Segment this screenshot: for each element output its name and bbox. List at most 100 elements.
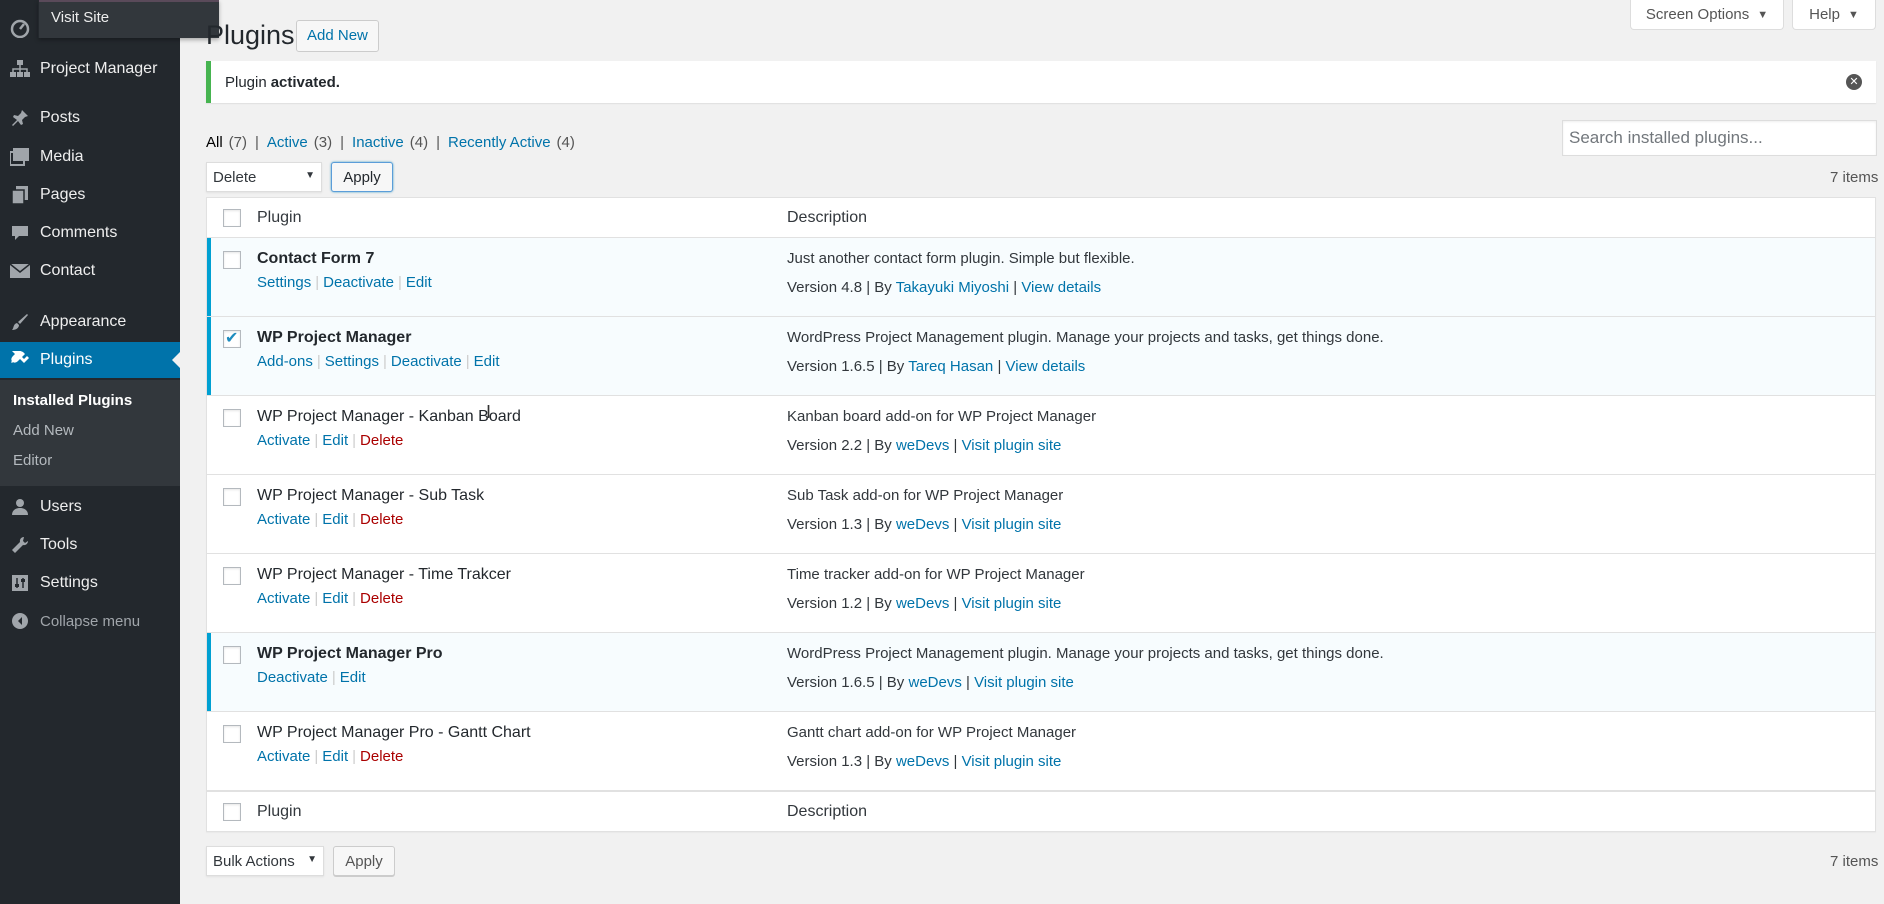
filter-all[interactable]: All bbox=[206, 134, 223, 151]
author-link[interactable]: weDevs bbox=[896, 437, 949, 454]
dashboard-icon[interactable] bbox=[10, 18, 30, 38]
screen-options-button[interactable]: Screen Options ▼ bbox=[1630, 0, 1784, 30]
admin-sidebar: Project Manager Posts Media Pages Commen… bbox=[0, 0, 219, 904]
plugin-icon bbox=[10, 350, 30, 370]
select-all-checkbox[interactable] bbox=[223, 209, 241, 227]
caret-down-icon: ▼ bbox=[307, 854, 317, 865]
delete-link[interactable]: Delete bbox=[360, 432, 403, 449]
separator: | bbox=[436, 134, 440, 151]
row-checkbox[interactable] bbox=[223, 725, 241, 743]
filter-recently-active[interactable]: Recently Active bbox=[448, 134, 551, 151]
deactivate-link[interactable]: Deactivate bbox=[257, 669, 328, 686]
bulk-action-select-top[interactable]: Delete ▼ bbox=[206, 162, 322, 192]
filter-active[interactable]: Active bbox=[267, 134, 308, 151]
settings-link[interactable]: Settings bbox=[325, 353, 379, 370]
settings-link[interactable]: Settings bbox=[257, 274, 311, 291]
collapse-icon bbox=[10, 611, 30, 631]
brush-icon bbox=[10, 312, 30, 332]
menu-tools[interactable]: Tools bbox=[0, 527, 180, 563]
column-plugin-header[interactable]: Plugin bbox=[257, 209, 301, 227]
help-button[interactable]: Help ▼ bbox=[1792, 0, 1876, 30]
activate-link[interactable]: Activate bbox=[257, 748, 310, 765]
row-checkbox[interactable] bbox=[223, 251, 241, 269]
bulk-action-select-bottom[interactable]: Bulk Actions ▼ bbox=[206, 846, 324, 876]
dismiss-icon[interactable]: ✕ bbox=[1846, 74, 1862, 90]
edit-link[interactable]: Edit bbox=[406, 274, 432, 291]
author-link[interactable]: weDevs bbox=[896, 595, 949, 612]
collapse-label: Collapse menu bbox=[40, 612, 141, 630]
add-new-button[interactable]: Add New bbox=[296, 20, 379, 52]
menu-posts[interactable]: Posts bbox=[0, 100, 180, 136]
plugin-row: WP Project Manager Pro - Gantt Chart Act… bbox=[207, 712, 1875, 791]
plugin-version: Version 2.2 | By bbox=[787, 437, 892, 454]
settings-icon bbox=[10, 573, 30, 593]
submenu-editor[interactable]: Editor bbox=[13, 452, 52, 469]
delete-link[interactable]: Delete bbox=[360, 748, 403, 765]
filter-inactive[interactable]: Inactive bbox=[352, 134, 404, 151]
delete-link[interactable]: Delete bbox=[360, 511, 403, 528]
details-link[interactable]: View details bbox=[1021, 279, 1101, 296]
row-actions: Activate | Edit | Delete bbox=[257, 511, 404, 528]
separator: | bbox=[340, 134, 345, 151]
menu-label: Posts bbox=[40, 109, 81, 126]
table-header: Plugin Description bbox=[207, 198, 1875, 238]
deactivate-link[interactable]: Deactivate bbox=[323, 274, 394, 291]
menu-pages[interactable]: Pages bbox=[0, 177, 180, 213]
page-title: Plugins bbox=[206, 20, 295, 50]
author-link[interactable]: Takayuki Miyoshi bbox=[896, 279, 1009, 296]
menu-plugins[interactable]: Plugins bbox=[0, 342, 180, 378]
menu-label: Project Manager bbox=[40, 60, 158, 77]
row-checkbox[interactable] bbox=[223, 488, 241, 506]
menu-settings[interactable]: Settings bbox=[0, 565, 180, 601]
plugin-name: WP Project Manager - Kanban Board bbox=[257, 408, 521, 425]
apply-button-top[interactable]: Apply bbox=[331, 162, 393, 192]
plugin-site-link[interactable]: Visit plugin site bbox=[962, 753, 1062, 770]
menu-label: Users bbox=[40, 498, 82, 515]
plugin-meta: Version 2.2 | By weDevs | Visit plugin s… bbox=[787, 437, 1062, 454]
menu-contact[interactable]: Contact bbox=[0, 253, 180, 289]
plugin-site-link[interactable]: Visit plugin site bbox=[962, 516, 1062, 533]
edit-link[interactable]: Edit bbox=[322, 511, 348, 528]
edit-link[interactable]: Edit bbox=[474, 353, 500, 370]
plugin-row: WP Project Manager Add-ons|Settings|Deac… bbox=[207, 317, 1875, 396]
submenu-add-new[interactable]: Add New bbox=[13, 422, 74, 439]
deactivate-link[interactable]: Deactivate bbox=[391, 353, 462, 370]
details-link[interactable]: View details bbox=[1006, 358, 1086, 375]
menu-comments[interactable]: Comments bbox=[0, 215, 180, 251]
delete-link[interactable]: Delete bbox=[360, 590, 403, 607]
edit-link[interactable]: Edit bbox=[322, 590, 348, 607]
edit-link[interactable]: Edit bbox=[340, 669, 366, 686]
author-link[interactable]: weDevs bbox=[908, 674, 961, 691]
author-link[interactable]: weDevs bbox=[896, 516, 949, 533]
menu-users[interactable]: Users bbox=[0, 489, 180, 525]
collapse-menu-button[interactable]: Collapse menu bbox=[0, 603, 180, 639]
row-checkbox[interactable] bbox=[223, 409, 241, 427]
author-link[interactable]: Tareq Hasan bbox=[908, 358, 993, 375]
row-checkbox[interactable] bbox=[223, 328, 241, 348]
submenu-installed-plugins[interactable]: Installed Plugins bbox=[13, 392, 132, 409]
author-link[interactable]: weDevs bbox=[896, 753, 949, 770]
edit-link[interactable]: Edit bbox=[322, 432, 348, 449]
menu-project-manager[interactable]: Project Manager bbox=[0, 51, 180, 87]
activate-link[interactable]: Activate bbox=[257, 432, 310, 449]
plugin-meta: Version 1.3 | By weDevs | Visit plugin s… bbox=[787, 516, 1062, 533]
menu-media[interactable]: Media bbox=[0, 139, 180, 175]
addons-link[interactable]: Add-ons bbox=[257, 353, 313, 370]
plugin-site-link[interactable]: Visit plugin site bbox=[962, 437, 1062, 454]
select-all-checkbox-footer[interactable] bbox=[223, 803, 241, 821]
menu-label: Media bbox=[40, 148, 84, 165]
row-checkbox[interactable] bbox=[223, 646, 241, 664]
pin-icon bbox=[10, 108, 30, 128]
search-plugins-input[interactable] bbox=[1562, 120, 1877, 156]
plugin-site-link[interactable]: Visit plugin site bbox=[962, 595, 1062, 612]
activate-link[interactable]: Activate bbox=[257, 590, 310, 607]
column-plugin-footer[interactable]: Plugin bbox=[257, 803, 301, 821]
items-count-bottom: 7 items bbox=[1830, 853, 1879, 870]
activate-link[interactable]: Activate bbox=[257, 511, 310, 528]
plugin-site-link[interactable]: Visit plugin site bbox=[974, 674, 1074, 691]
edit-link[interactable]: Edit bbox=[322, 748, 348, 765]
row-checkbox[interactable] bbox=[223, 567, 241, 585]
menu-appearance[interactable]: Appearance bbox=[0, 304, 180, 340]
row-actions: Deactivate | Edit bbox=[257, 669, 366, 686]
apply-button-bottom[interactable]: Apply bbox=[333, 846, 395, 876]
